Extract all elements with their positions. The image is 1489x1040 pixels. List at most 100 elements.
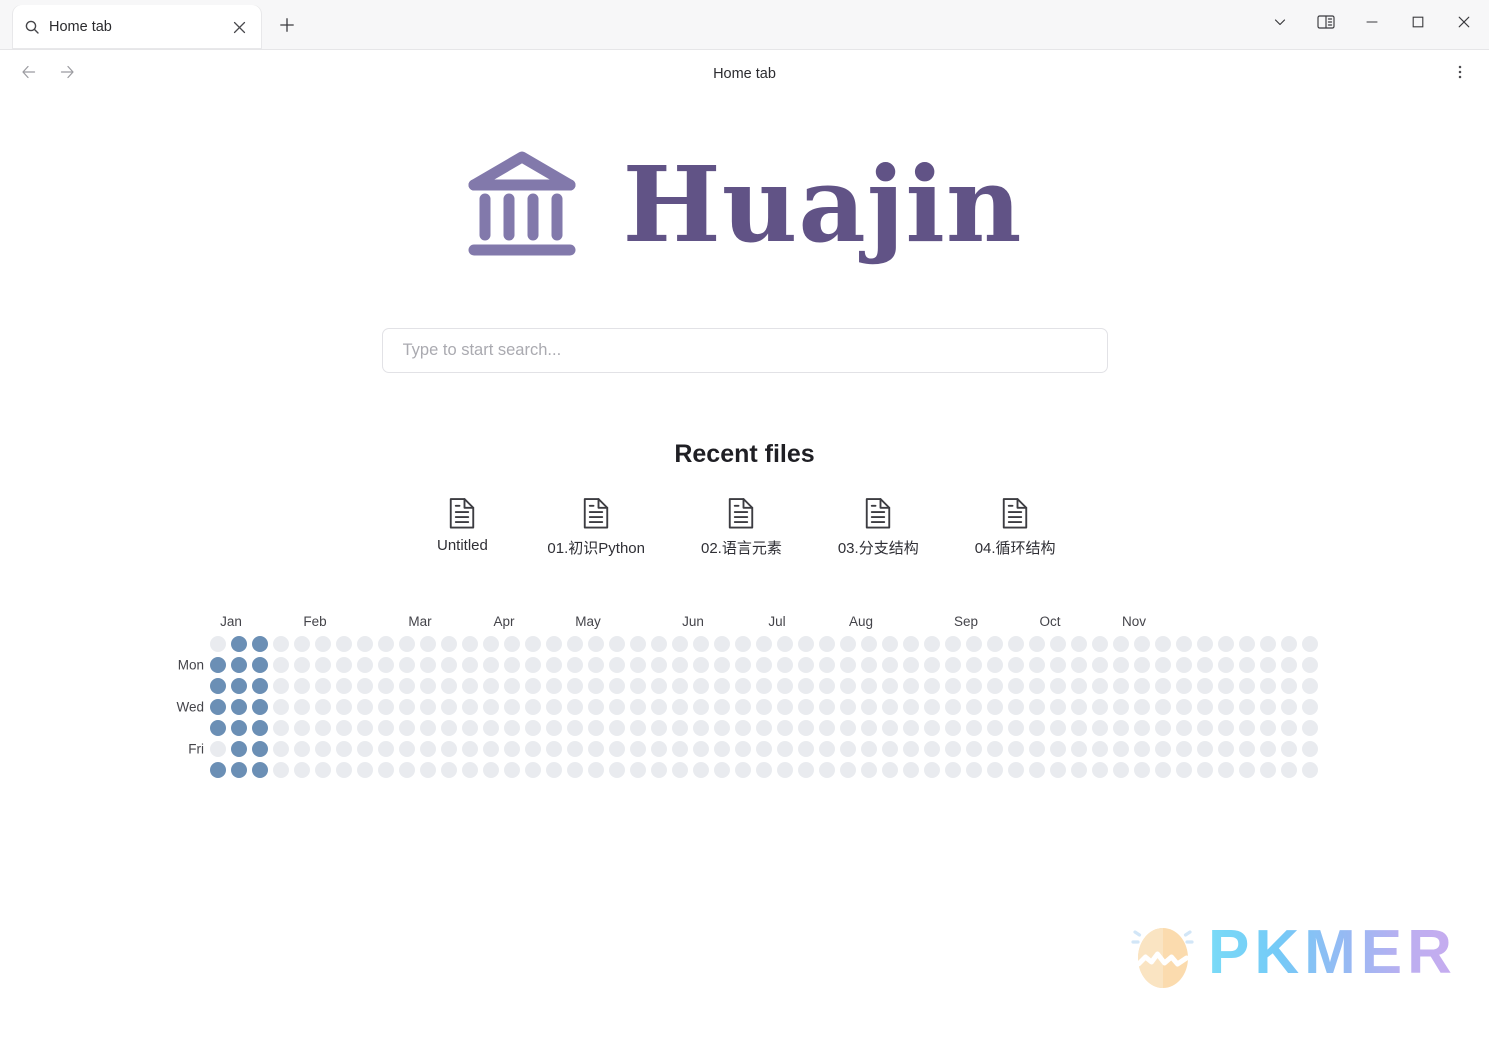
heatmap-cell[interactable]	[231, 678, 247, 694]
heatmap-cell[interactable]	[525, 636, 541, 652]
heatmap-cell[interactable]	[693, 762, 709, 778]
forward-button[interactable]	[52, 59, 82, 89]
heatmap-cell[interactable]	[1155, 678, 1171, 694]
heatmap-cell[interactable]	[840, 741, 856, 757]
heatmap-cell[interactable]	[924, 762, 940, 778]
heatmap-cell[interactable]	[1260, 657, 1276, 673]
heatmap-cell[interactable]	[588, 762, 604, 778]
heatmap-cell[interactable]	[861, 636, 877, 652]
heatmap-cell[interactable]	[252, 762, 268, 778]
heatmap-cell[interactable]	[1113, 762, 1129, 778]
heatmap-cell[interactable]	[987, 762, 1003, 778]
heatmap-cell[interactable]	[462, 762, 478, 778]
heatmap-cell[interactable]	[378, 636, 394, 652]
heatmap-cell[interactable]	[609, 636, 625, 652]
close-window-button[interactable]	[1441, 1, 1487, 47]
heatmap-cell[interactable]	[399, 699, 415, 715]
heatmap-cell[interactable]	[1197, 741, 1213, 757]
heatmap-cell[interactable]	[882, 762, 898, 778]
heatmap-cell[interactable]	[588, 720, 604, 736]
heatmap-cell[interactable]	[504, 657, 520, 673]
heatmap-cell[interactable]	[966, 741, 982, 757]
heatmap-cell[interactable]	[882, 678, 898, 694]
heatmap-cell[interactable]	[987, 657, 1003, 673]
heatmap-cell[interactable]	[252, 657, 268, 673]
heatmap-cell[interactable]	[714, 720, 730, 736]
heatmap-cell[interactable]	[1281, 741, 1297, 757]
heatmap-cell[interactable]	[693, 699, 709, 715]
heatmap-cell[interactable]	[1050, 657, 1066, 673]
heatmap-cell[interactable]	[315, 720, 331, 736]
heatmap-cell[interactable]	[336, 657, 352, 673]
heatmap-cell[interactable]	[672, 720, 688, 736]
heatmap-cell[interactable]	[273, 741, 289, 757]
heatmap-cell[interactable]	[483, 720, 499, 736]
heatmap-cell[interactable]	[1029, 657, 1045, 673]
heatmap-cell[interactable]	[1176, 762, 1192, 778]
heatmap-cell[interactable]	[693, 678, 709, 694]
heatmap-cell[interactable]	[273, 636, 289, 652]
heatmap-cell[interactable]	[273, 720, 289, 736]
heatmap-cell[interactable]	[945, 720, 961, 736]
heatmap-cell[interactable]	[546, 678, 562, 694]
heatmap-cell[interactable]	[840, 720, 856, 736]
heatmap-cell[interactable]	[1134, 678, 1150, 694]
heatmap-cell[interactable]	[861, 657, 877, 673]
heatmap-cell[interactable]	[210, 720, 226, 736]
heatmap-cell[interactable]	[315, 636, 331, 652]
heatmap-cell[interactable]	[630, 762, 646, 778]
heatmap-cell[interactable]	[777, 762, 793, 778]
heatmap-cell[interactable]	[861, 699, 877, 715]
heatmap-cell[interactable]	[441, 657, 457, 673]
heatmap-cell[interactable]	[903, 741, 919, 757]
heatmap-cell[interactable]	[588, 741, 604, 757]
heatmap-cell[interactable]	[840, 762, 856, 778]
heatmap-cell[interactable]	[945, 678, 961, 694]
heatmap-cell[interactable]	[1113, 741, 1129, 757]
heatmap-cell[interactable]	[609, 720, 625, 736]
heatmap-cell[interactable]	[336, 699, 352, 715]
tab-home[interactable]: Home tab	[12, 5, 262, 49]
heatmap-cell[interactable]	[903, 762, 919, 778]
heatmap-cell[interactable]	[987, 699, 1003, 715]
heatmap-cell[interactable]	[1092, 678, 1108, 694]
heatmap-cell[interactable]	[1239, 678, 1255, 694]
heatmap-cell[interactable]	[840, 657, 856, 673]
heatmap-cell[interactable]	[1155, 657, 1171, 673]
heatmap-cell[interactable]	[273, 657, 289, 673]
heatmap-cell[interactable]	[357, 678, 373, 694]
heatmap-cell[interactable]	[1029, 678, 1045, 694]
heatmap-cell[interactable]	[693, 720, 709, 736]
heatmap-cell[interactable]	[819, 741, 835, 757]
heatmap-cell[interactable]	[1302, 636, 1318, 652]
heatmap-cell[interactable]	[294, 657, 310, 673]
heatmap-cell[interactable]	[1008, 678, 1024, 694]
heatmap-cell[interactable]	[567, 699, 583, 715]
heatmap-cell[interactable]	[210, 636, 226, 652]
heatmap-cell[interactable]	[567, 657, 583, 673]
heatmap-cell[interactable]	[441, 699, 457, 715]
heatmap-cell[interactable]	[399, 636, 415, 652]
heatmap-cell[interactable]	[1239, 720, 1255, 736]
heatmap-cell[interactable]	[861, 720, 877, 736]
heatmap-cell[interactable]	[315, 741, 331, 757]
heatmap-cell[interactable]	[630, 699, 646, 715]
heatmap-cell[interactable]	[483, 741, 499, 757]
heatmap-cell[interactable]	[210, 762, 226, 778]
heatmap-cell[interactable]	[903, 678, 919, 694]
heatmap-cell[interactable]	[483, 762, 499, 778]
heatmap-cell[interactable]	[378, 762, 394, 778]
heatmap-cell[interactable]	[1029, 636, 1045, 652]
heatmap-cell[interactable]	[1281, 699, 1297, 715]
heatmap-cell[interactable]	[735, 699, 751, 715]
heatmap-cell[interactable]	[294, 762, 310, 778]
heatmap-cell[interactable]	[630, 657, 646, 673]
heatmap-cell[interactable]	[987, 678, 1003, 694]
heatmap-cell[interactable]	[504, 720, 520, 736]
heatmap-cell[interactable]	[1281, 762, 1297, 778]
heatmap-cell[interactable]	[567, 678, 583, 694]
heatmap-cell[interactable]	[672, 699, 688, 715]
heatmap-cell[interactable]	[777, 699, 793, 715]
heatmap-cell[interactable]	[1176, 720, 1192, 736]
heatmap-cell[interactable]	[1029, 699, 1045, 715]
